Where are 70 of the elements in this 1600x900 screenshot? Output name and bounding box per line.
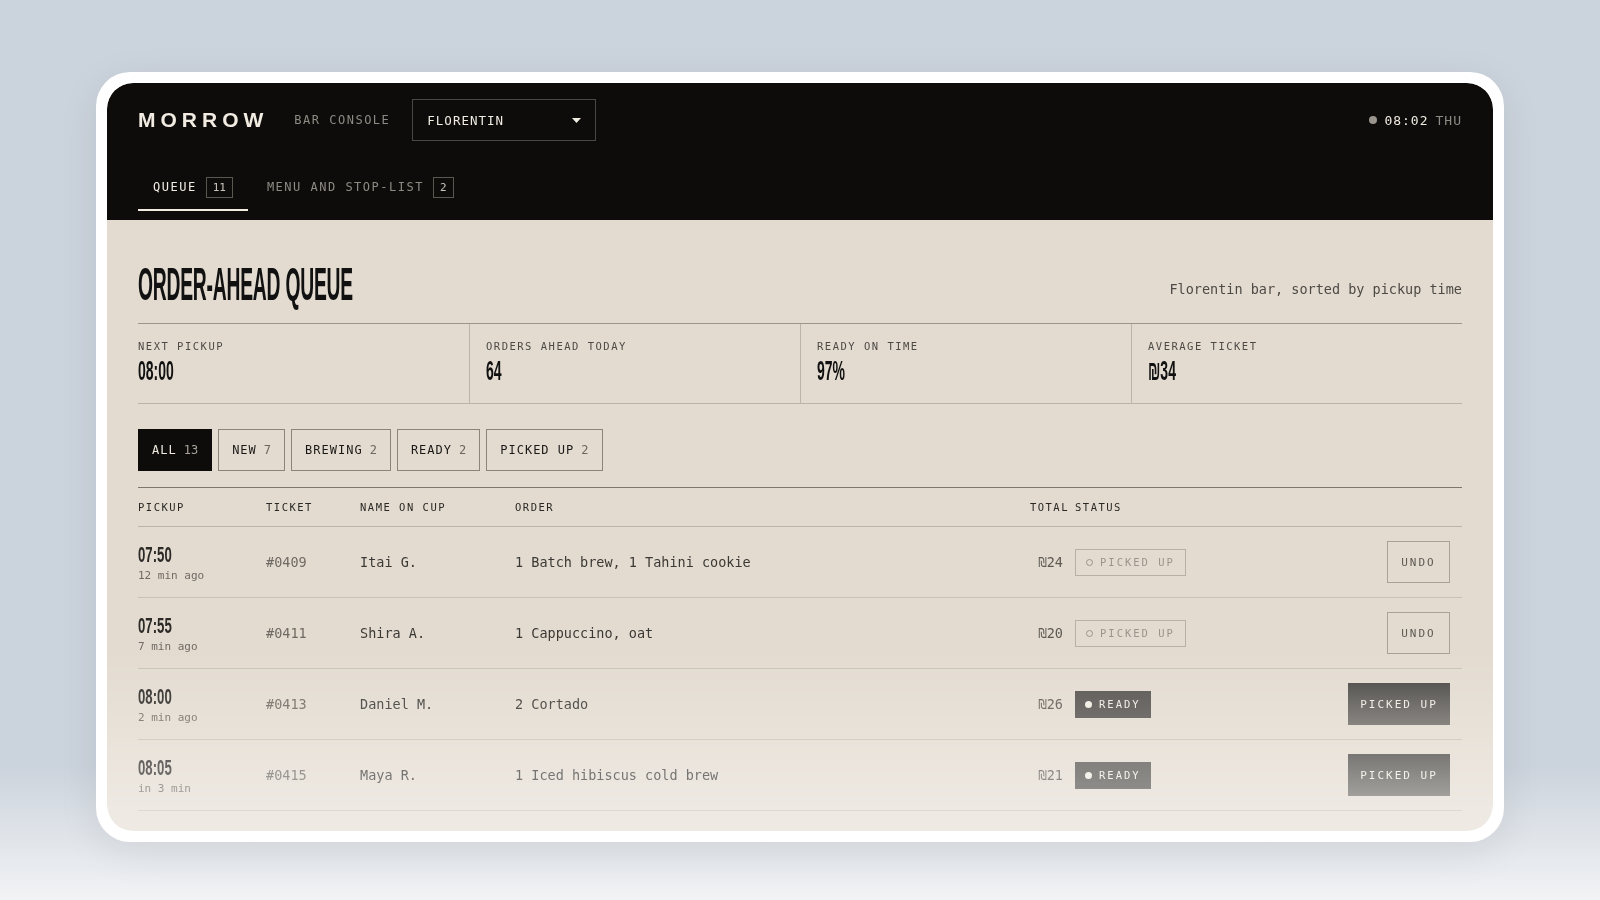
tab-count: 11 xyxy=(205,176,233,198)
cup-name: Maya R. xyxy=(360,767,418,783)
pickup-time: 07:50 xyxy=(138,542,172,567)
caret-icon xyxy=(572,117,582,123)
brand-logo: MORROW xyxy=(138,108,269,132)
filter-chip[interactable]: ALL 13 xyxy=(138,429,213,471)
pickup-time: 08:00 xyxy=(138,684,172,709)
order-total: ₪20 xyxy=(1038,625,1064,641)
pickup-time: 07:55 xyxy=(138,613,172,638)
ticket-number: #0415 xyxy=(266,767,308,783)
column-header: PICKUP xyxy=(138,500,186,515)
column-header: NAME ON CUP xyxy=(360,500,448,515)
filter-chip[interactable]: BREWING 2 xyxy=(291,429,391,471)
stat-value: 97% xyxy=(817,356,845,386)
console-label: BAR CONSOLE xyxy=(294,113,391,127)
stat-label: READY ON TIME xyxy=(817,340,919,352)
cup-name: Itai G. xyxy=(360,554,418,570)
filter-chip[interactable]: NEW 7 xyxy=(218,429,286,471)
stat-value: 64 xyxy=(486,356,502,386)
status-badge: PICKED UP xyxy=(1075,619,1186,647)
page-subtitle: Florentin bar, sorted by pickup time xyxy=(1169,281,1462,297)
clock-day: THU xyxy=(1435,112,1462,128)
nav-tab[interactable]: QUEUE 11 xyxy=(138,165,248,211)
order-items: 1 Iced hibiscus cold brew xyxy=(515,767,720,783)
ticket-number: #0411 xyxy=(266,625,308,641)
column-header: STATUS xyxy=(1075,500,1123,515)
cup-name: Daniel M. xyxy=(360,696,435,712)
order-total: ₪26 xyxy=(1038,696,1064,712)
relative-time: 7 min ago xyxy=(138,639,198,653)
status-dot-icon xyxy=(1369,116,1378,124)
stat-label: AVERAGE TICKET xyxy=(1148,340,1258,352)
undo-button[interactable]: UNDO xyxy=(1387,612,1450,654)
order-total: ₪21 xyxy=(1038,767,1064,783)
clock-time: 08:02 xyxy=(1384,112,1429,128)
cup-name: Shira A. xyxy=(360,625,427,641)
stat-label: ORDERS AHEAD TODAY xyxy=(486,340,627,352)
filter-count: 7 xyxy=(263,443,272,457)
tab-count: 2 xyxy=(432,176,454,198)
order-items: 1 Cappuccino, oat xyxy=(515,625,655,641)
page-title: ORDER-AHEAD QUEUE xyxy=(138,256,353,311)
column-header: TICKET xyxy=(266,500,314,515)
order-items: 1 Batch brew, 1 Tahini cookie xyxy=(515,554,752,570)
filter-chip[interactable]: PICKED UP 2 xyxy=(486,429,603,471)
location-select[interactable]: FLORENTIN xyxy=(412,99,597,141)
status-badge: READY xyxy=(1075,761,1151,789)
ticket-number: #0413 xyxy=(266,696,308,712)
column-header: TOTAL xyxy=(1029,500,1070,515)
filter-count: 2 xyxy=(581,443,589,457)
filter-count: 2 xyxy=(459,443,467,457)
status-badge: READY xyxy=(1075,690,1151,718)
stat-value: 08:00 xyxy=(138,356,174,386)
stat-value: ₪34 xyxy=(1148,356,1176,386)
filter-chip[interactable]: READY 2 xyxy=(396,429,481,471)
status-dot-icon xyxy=(1085,700,1092,708)
nav-tab[interactable]: MENU AND STOP-LIST 2 xyxy=(251,165,469,211)
undo-button[interactable]: UNDO xyxy=(1387,541,1450,583)
filter-count: 13 xyxy=(183,443,199,457)
status-dot-icon xyxy=(1085,771,1092,779)
ticket-number: #0409 xyxy=(266,554,308,570)
stat-label: NEXT PICKUP xyxy=(138,340,225,352)
order-items: 2 Cortado xyxy=(515,696,590,712)
column-header: ORDER xyxy=(515,500,556,515)
relative-time: 2 min ago xyxy=(138,710,198,724)
status-badge: PICKED UP xyxy=(1075,548,1186,576)
filter-count: 2 xyxy=(369,443,377,457)
order-total: ₪24 xyxy=(1038,554,1064,570)
pickup-time: 08:05 xyxy=(138,755,172,780)
relative-time: in 3 min xyxy=(138,781,191,795)
picked-up-button[interactable]: PICKED UP xyxy=(1348,683,1450,725)
relative-time: 12 min ago xyxy=(138,568,205,582)
